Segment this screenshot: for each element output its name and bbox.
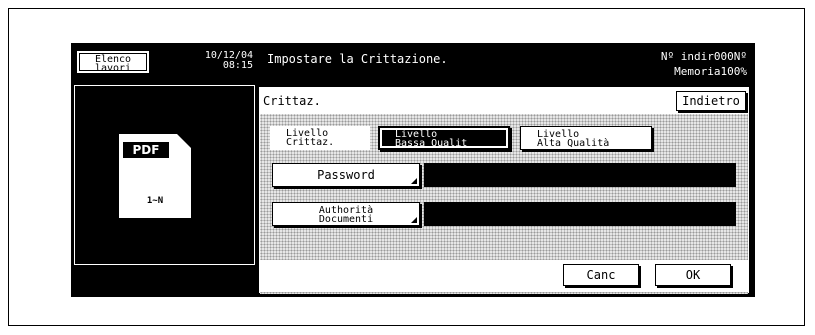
document-preview-panel: PDF 1~N xyxy=(74,85,255,265)
low-quality-level-button[interactable]: Livello Bassa Qualit xyxy=(378,126,510,150)
action-bar: Canc OK xyxy=(260,260,748,292)
document-authority-button[interactable]: Authorità Documenti xyxy=(272,202,420,226)
cancel-button[interactable]: Canc xyxy=(563,264,639,286)
datetime: 10/12/04 08:15 xyxy=(155,51,253,71)
encryption-settings-panel: Crittaz. Indietro Livello Crittaz. Livel… xyxy=(259,87,749,294)
file-type-label: PDF xyxy=(123,142,169,158)
status-area: Nº indir000Nº Memoria100% xyxy=(661,49,747,79)
address-counter: Nº indir000Nº xyxy=(660,50,747,63)
panel-header: Crittaz. Indietro xyxy=(260,88,748,114)
memory-status: Memoria100% xyxy=(674,65,747,78)
page-title: Impostare la Crittazione. xyxy=(267,52,448,66)
password-button[interactable]: Password xyxy=(272,163,420,187)
document-icon: PDF 1~N xyxy=(119,134,191,218)
ok-button[interactable]: OK xyxy=(655,264,731,286)
document-authority-row: Authorità Documenti xyxy=(272,202,736,226)
password-field[interactable] xyxy=(424,163,736,187)
document-authority-field[interactable] xyxy=(424,202,736,226)
section-label: Crittaz. xyxy=(263,94,321,108)
high-quality-level-button[interactable]: Livello Alta Qualità xyxy=(520,126,652,150)
pages-label: 1~N xyxy=(146,196,164,206)
time-text: 08:15 xyxy=(222,60,253,71)
encryption-level-row: Livello Crittaz. Livello Bassa Qualit Li… xyxy=(270,126,654,150)
password-row: Password xyxy=(272,163,736,187)
left-header: Elenco lavori 10/12/04 08:15 xyxy=(71,43,259,81)
job-list-button[interactable]: Elenco lavori xyxy=(77,51,149,74)
back-button[interactable]: Indietro xyxy=(676,91,746,111)
encryption-level-label: Livello Crittaz. xyxy=(270,126,370,150)
control-panel-screen: Elenco lavori 10/12/04 08:15 PDF 1~N Imp… xyxy=(71,43,755,297)
